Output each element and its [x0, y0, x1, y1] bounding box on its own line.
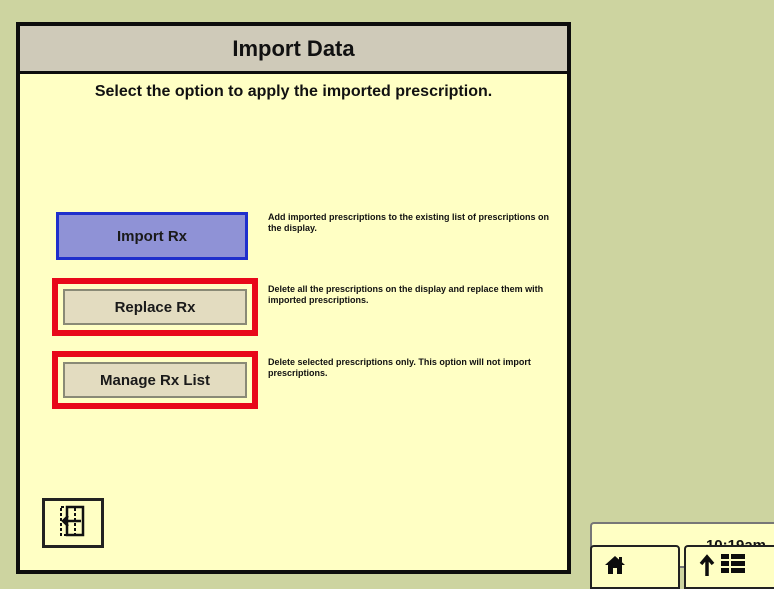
dialog-title: Import Data — [20, 26, 567, 74]
manage-rx-list-highlight: Manage Rx List — [52, 351, 258, 409]
replace-rx-highlight: Replace Rx — [52, 278, 258, 336]
replace-rx-description: Delete all the prescriptions on the disp… — [268, 284, 544, 305]
replace-rx-button[interactable]: Replace Rx — [63, 289, 247, 325]
layout-manager-button[interactable] — [684, 545, 774, 589]
manage-rx-list-button[interactable]: Manage Rx List — [63, 362, 247, 398]
manage-rx-list-description: Delete selected prescriptions only. This… — [268, 357, 531, 378]
import-data-dialog: Import Data Select the option to apply t… — [16, 22, 571, 574]
back-button[interactable] — [42, 498, 104, 548]
instruction-text: Select the option to apply the imported … — [94, 83, 493, 100]
back-door-icon — [55, 503, 91, 544]
home-icon — [604, 555, 626, 580]
home-button[interactable] — [590, 545, 680, 589]
import-rx-button[interactable]: Import Rx — [56, 212, 248, 260]
layout-manager-icon — [695, 552, 751, 583]
import-rx-description: Add imported prescriptions to the existi… — [268, 212, 550, 233]
